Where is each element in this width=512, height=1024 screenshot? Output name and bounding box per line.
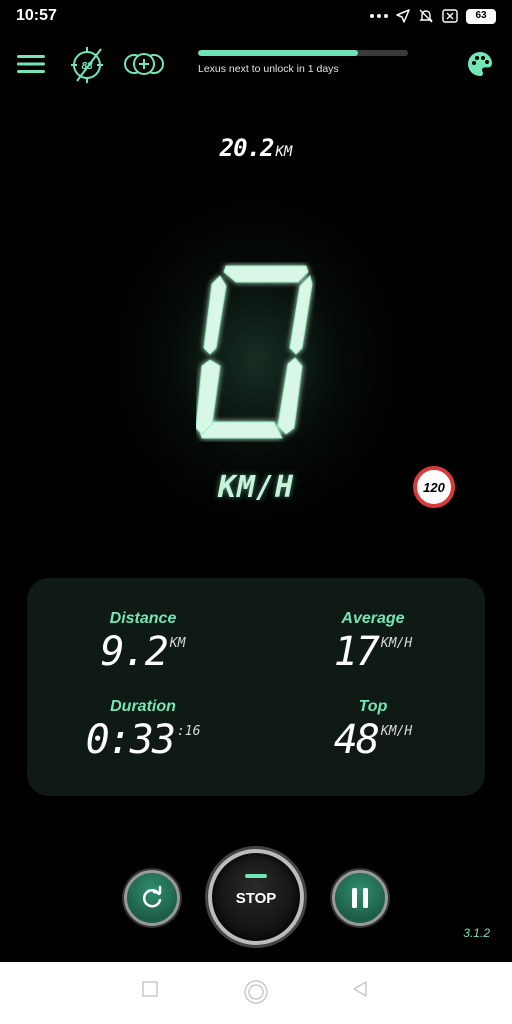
stat-distance-unit: KM xyxy=(169,636,186,651)
stat-top-value: 48 xyxy=(333,717,380,763)
odometer: 20.2 KM xyxy=(0,134,512,162)
status-bar: 10:57 63 xyxy=(0,0,512,34)
battery-icon: 63 xyxy=(466,8,496,24)
stat-distance: Distance 9.2 KM xyxy=(43,610,243,674)
reset-button[interactable] xyxy=(124,870,180,926)
stat-distance-label: Distance xyxy=(109,610,177,627)
speed-value: 0 xyxy=(256,361,257,363)
stop-indicator xyxy=(245,873,267,878)
status-icons: 63 xyxy=(370,8,496,24)
home-icon[interactable] xyxy=(243,979,269,1005)
stop-button[interactable]: STOP xyxy=(208,849,304,945)
status-time: 10:57 xyxy=(16,7,57,24)
odometer-value: 20.2 xyxy=(219,134,275,162)
stat-top-label: Top xyxy=(358,698,388,715)
back-icon[interactable] xyxy=(351,980,369,998)
pause-icon xyxy=(352,888,368,908)
stat-average-row: 17 KM/H xyxy=(273,630,473,674)
menu-button[interactable] xyxy=(16,52,46,76)
reset-icon xyxy=(142,885,162,908)
speed-limit-sign[interactable]: 120 xyxy=(413,466,455,508)
stat-distance-row: 9.2 KM xyxy=(43,630,243,674)
unlock-progress-fill xyxy=(198,50,358,56)
close-box-icon xyxy=(442,9,458,23)
stat-top-row: 48 KM/H xyxy=(273,718,473,762)
unlock-progress: Lexus next to unlock in 1 days xyxy=(198,50,408,75)
unlock-progress-track xyxy=(198,50,408,56)
more-dots-icon xyxy=(370,14,388,18)
stat-duration-row: 0:33 :16 xyxy=(43,718,243,762)
stat-average-value: 17 xyxy=(333,629,380,675)
palette-icon xyxy=(468,52,492,76)
location-arrow-icon xyxy=(396,9,410,23)
limit-badge-text: 88 xyxy=(81,61,93,72)
speed-digit: 0 xyxy=(196,265,313,439)
stat-duration-seconds: :16 xyxy=(176,724,201,739)
add-plus-icon xyxy=(124,53,164,75)
stat-top-unit: KM/H xyxy=(380,724,413,739)
stat-duration-value: 0:33 xyxy=(85,717,176,763)
add-button[interactable] xyxy=(122,46,166,82)
pause-button[interactable] xyxy=(332,870,388,926)
stat-duration-label: Duration xyxy=(110,698,176,715)
recents-icon[interactable] xyxy=(141,980,159,998)
bell-muted-icon xyxy=(419,9,433,23)
stat-average-unit: KM/H xyxy=(380,636,413,651)
stat-top: Top 48 KM/H xyxy=(273,698,473,762)
trip-stats-panel: Distance 9.2 KM Average 17 KM/H Duration… xyxy=(27,578,485,796)
system-nav-bar xyxy=(0,962,512,1024)
stat-average: Average 17 KM/H xyxy=(273,610,473,674)
app-version: 3.1.2 xyxy=(463,926,490,940)
unlock-progress-text: Lexus next to unlock in 1 days xyxy=(198,63,339,75)
odometer-unit: KM xyxy=(275,144,293,160)
stop-label: STOP xyxy=(235,889,277,907)
speed-limit-88-icon: 88 xyxy=(71,47,103,83)
theme-button[interactable] xyxy=(464,48,496,80)
stat-average-label: Average xyxy=(341,610,405,627)
stat-duration: Duration 0:33 :16 xyxy=(43,698,243,762)
speed-limit-button[interactable]: 88 xyxy=(66,42,108,86)
menu-icon xyxy=(17,55,45,73)
top-app-bar: 88 Lexus next to unlock in 1 days xyxy=(0,40,512,90)
stat-distance-value: 9.2 xyxy=(100,629,169,675)
